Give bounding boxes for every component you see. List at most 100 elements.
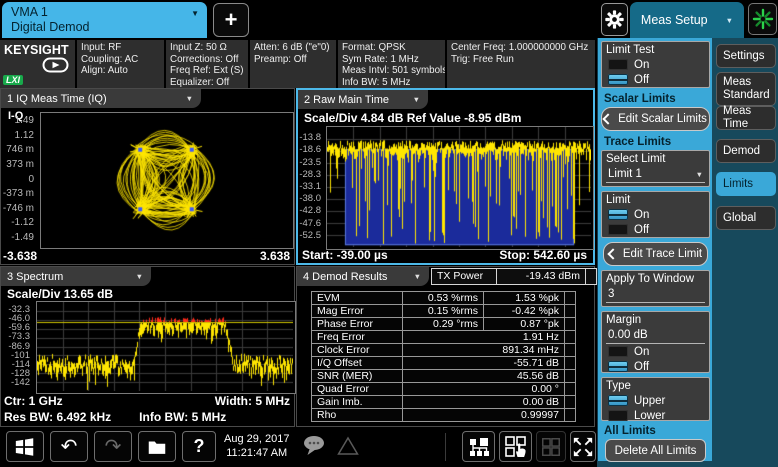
meas-setup-menu-tab[interactable]: Meas Setup ▼ <box>630 2 744 38</box>
window-demod-results[interactable]: 4 Demod Results ▼ TX Power -19.43 dBm EV… <box>296 266 595 427</box>
tab-meas-standard[interactable]: Meas Standard <box>716 72 776 106</box>
header-field: Trig: Free Run <box>451 54 591 66</box>
panel-title-demod: 4 Demod Results <box>303 271 387 283</box>
demod-table-cell: I/Q Offset <box>311 356 403 370</box>
demod-table-row: EVM0.53 %rms1.53 %pk <box>311 291 576 305</box>
demod-table-cell: 0.99997 <box>402 408 565 422</box>
limit-test-on-option[interactable]: On <box>606 57 705 72</box>
limit-test-off-option[interactable]: Off <box>606 72 705 87</box>
alert-indicator <box>337 436 359 461</box>
window-grid-button[interactable] <box>536 431 566 462</box>
messages-button[interactable] <box>302 435 328 462</box>
block-diagram-button[interactable] <box>462 431 495 462</box>
edit-trace-limit-button[interactable]: Edit Trace Limit <box>603 242 708 266</box>
raw-plot-area[interactable] <box>326 126 594 250</box>
bottom-toolbar: ↶ ↷ ? Aug 29, 2017 11:21:47 AM <box>0 427 596 467</box>
margin-off-option[interactable]: Off <box>606 359 705 374</box>
file-explorer-button[interactable] <box>138 431 176 462</box>
demod-table-cell <box>564 304 576 318</box>
panel-title-iq: 1 IQ Meas Time (IQ) <box>7 93 107 105</box>
margin-field[interactable]: 0.00 dB <box>606 329 705 344</box>
type-upper-option[interactable]: Upper <box>606 393 705 408</box>
limit-title: Limit <box>606 194 705 207</box>
spectrum-x-axis-labels: Ctr: 1 GHz Width: 5 MHz <box>4 394 290 408</box>
tab-settings[interactable]: Settings <box>716 44 776 68</box>
top-tab-bar: VMA 1 Digital Demod ▼ + <box>0 0 778 38</box>
type-group: Type Upper Lower <box>601 377 710 421</box>
panel-title-dropdown-spectrum[interactable]: 3 Spectrum ▼ <box>1 267 151 286</box>
header-segment: Center Freq: 1.000000000 GHzTrig: Free R… <box>447 40 595 88</box>
iq-constellation-canvas <box>41 113 291 246</box>
scalar-limits-section-label: Scalar Limits <box>604 93 676 105</box>
select-limit-dropdown[interactable]: Limit 1 ▼ <box>606 168 705 183</box>
tab-limits[interactable]: Limits <box>716 172 776 196</box>
windows-start-button[interactable] <box>6 431 44 462</box>
spectrum-plot-area[interactable] <box>36 301 296 394</box>
folder-icon <box>146 436 168 458</box>
tab-demod[interactable]: Demod <box>716 139 776 163</box>
limit-test-title: Limit Test <box>606 44 705 57</box>
limit-off-option[interactable]: Off <box>606 222 705 237</box>
panel-title-dropdown-raw[interactable]: 2 Raw Main Time ▼ <box>298 90 428 109</box>
busy-indicator-button[interactable] <box>748 3 777 35</box>
tab-meas-time[interactable]: Meas Time <box>716 106 776 130</box>
window-spectrum[interactable]: 3 Spectrum ▼ Scale/Div 13.65 dB -32.3-46… <box>0 266 295 427</box>
header-field: Preamp: Off <box>254 54 332 66</box>
tx-power-value: -19.43 dBm <box>496 268 586 285</box>
iq-plot-area[interactable] <box>40 112 294 249</box>
limit-on-option[interactable]: On <box>606 207 705 222</box>
demod-table-row: SNR (MER)45.56 dB <box>311 369 576 383</box>
chevron-down-icon: ▼ <box>136 272 143 281</box>
tab-global[interactable]: Global <box>716 206 776 230</box>
limit-group: Limit On Off <box>601 191 710 238</box>
measurement-tab-vma1[interactable]: VMA 1 Digital Demod ▼ <box>2 2 207 38</box>
spectrum-width-label: Width: 5 MHz <box>215 394 290 408</box>
header-field: Meas Intvl: 501 symbols <box>342 65 441 77</box>
apply-to-window-group[interactable]: Apply To Window 3 <box>601 270 710 307</box>
panel-title-dropdown-iq[interactable]: 1 IQ Meas Time (IQ) ▼ <box>1 89 201 108</box>
margin-on-option[interactable]: On <box>606 344 705 359</box>
keysight-logo-block: KEYSIGHT LXI <box>0 40 75 88</box>
keysight-logo: KEYSIGHT <box>4 43 71 57</box>
header-field: Sym Rate: 1 MHz <box>342 54 441 66</box>
demod-table-cell: 891.34 mHz <box>402 343 565 357</box>
apply-to-window-value: 3 <box>608 288 614 300</box>
spectrum-bw-labels: Res BW: 6.492 kHz Info BW: 5 MHz <box>4 410 226 424</box>
undo-button[interactable]: ↶ <box>50 431 88 462</box>
add-measurement-button[interactable]: + <box>213 3 249 37</box>
redo-button[interactable]: ↷ <box>94 431 132 462</box>
demod-table-cell <box>564 382 576 396</box>
datetime-display[interactable]: Aug 29, 2017 11:21:47 AM <box>224 432 289 460</box>
chevron-down-icon: ▼ <box>413 95 420 104</box>
demod-table-cell: 0.00 dB <box>402 395 565 409</box>
radio-indicator <box>608 224 628 235</box>
fullscreen-button[interactable] <box>570 431 596 462</box>
undo-icon: ↶ <box>61 437 78 457</box>
window-raw-main-time[interactable]: 2 Raw Main Time ▼ Scale/Div 4.84 dB Ref … <box>296 88 595 265</box>
demod-table-cell: Mag Error <box>311 304 403 318</box>
demod-table-row: Phase Error0.29 °rms0.87 °pk <box>311 317 576 331</box>
radio-indicator <box>608 209 628 220</box>
help-button[interactable]: ? <box>182 431 216 462</box>
window-iq-meas-time[interactable]: 1 IQ Meas Time (IQ) ▼ I-Q 1.491.12746 m3… <box>0 88 295 265</box>
select-limit-group[interactable]: Select Limit Limit 1 ▼ <box>601 150 710 187</box>
window-select-button[interactable] <box>499 431 532 462</box>
system-settings-button[interactable] <box>601 3 628 36</box>
header-field: Freq Ref: Ext (S) <box>170 65 244 77</box>
y-tick-label: 746 m <box>6 145 34 155</box>
y-tick-label: 373 m <box>6 160 34 170</box>
header-field: Center Freq: 1.000000000 GHz <box>451 42 591 54</box>
type-lower-option[interactable]: Lower <box>606 408 705 423</box>
demod-table-cell: 0.00 ° <box>402 382 565 396</box>
y-tick-label: 0 <box>28 175 34 185</box>
edit-scalar-limits-button[interactable]: Edit Scalar Limits <box>601 107 710 131</box>
header-segment: Format: QPSKSym Rate: 1 MHzMeas Intvl: 5… <box>338 40 445 88</box>
delete-all-limits-button[interactable]: Delete All Limits <box>605 439 706 462</box>
limit-test-group: Limit Test On Off <box>601 41 710 88</box>
type-title: Type <box>606 380 705 393</box>
window-select-icon <box>504 435 528 459</box>
apply-to-window-field[interactable]: 3 <box>606 288 705 303</box>
panel-title-spectrum: 3 Spectrum <box>7 271 63 283</box>
panel-title-dropdown-demod[interactable]: 4 Demod Results ▼ <box>297 267 429 286</box>
y-tick-label: -33.1 <box>299 182 321 192</box>
